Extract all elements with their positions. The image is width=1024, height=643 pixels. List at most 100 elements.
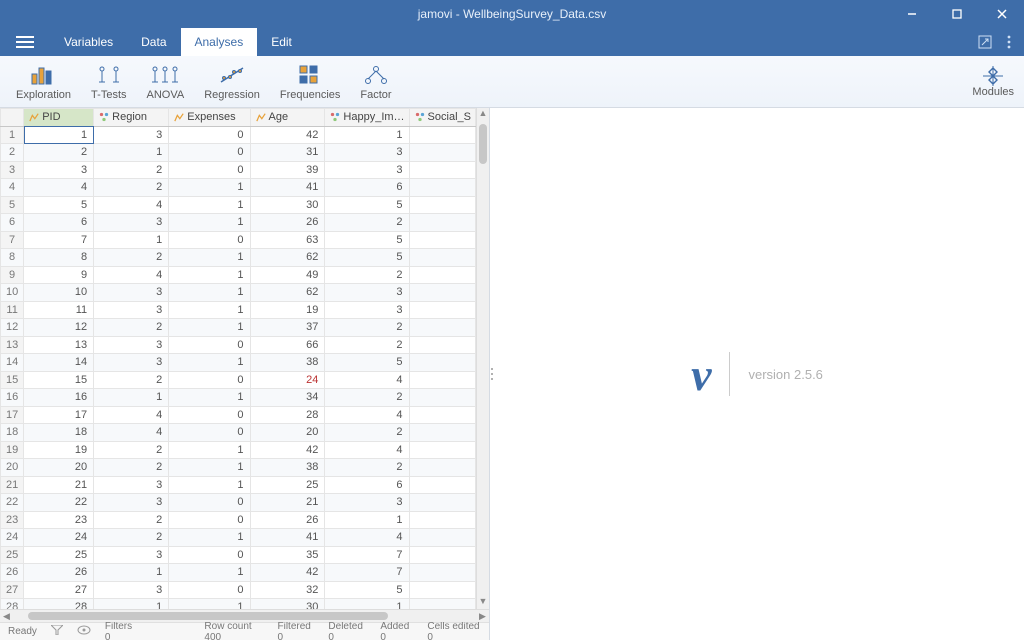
table-row[interactable]: 101031623 bbox=[1, 284, 476, 302]
cell[interactable] bbox=[409, 336, 475, 354]
cell[interactable]: 2 bbox=[94, 319, 169, 337]
cell[interactable]: 30 bbox=[250, 196, 325, 214]
cell[interactable]: 4 bbox=[94, 406, 169, 424]
cell[interactable]: 30 bbox=[250, 599, 325, 610]
modules-button[interactable]: Modules bbox=[972, 66, 1014, 98]
cell[interactable]: 7 bbox=[24, 231, 94, 249]
cell[interactable]: 4 bbox=[24, 179, 94, 197]
cell[interactable]: 1 bbox=[169, 196, 250, 214]
tab-analyses[interactable]: Analyses bbox=[181, 28, 258, 56]
cell[interactable]: 1 bbox=[169, 284, 250, 302]
cell[interactable]: 1 bbox=[169, 599, 250, 610]
cell[interactable] bbox=[409, 231, 475, 249]
cell[interactable]: 2 bbox=[325, 336, 409, 354]
cell[interactable]: 66 bbox=[250, 336, 325, 354]
row-header[interactable]: 19 bbox=[1, 441, 24, 459]
cell[interactable]: 1 bbox=[94, 564, 169, 582]
cell[interactable]: 3 bbox=[24, 161, 94, 179]
cell[interactable]: 21 bbox=[24, 476, 94, 494]
cell[interactable]: 13 bbox=[24, 336, 94, 354]
row-header[interactable]: 8 bbox=[1, 249, 24, 267]
cell[interactable]: 0 bbox=[169, 144, 250, 162]
cell[interactable]: 15 bbox=[24, 371, 94, 389]
cell[interactable]: 2 bbox=[325, 389, 409, 407]
cell[interactable]: 27 bbox=[24, 581, 94, 599]
cell[interactable] bbox=[409, 529, 475, 547]
cell[interactable]: 0 bbox=[169, 511, 250, 529]
cell[interactable]: 42 bbox=[250, 126, 325, 144]
cell[interactable] bbox=[409, 424, 475, 442]
cell[interactable]: 37 bbox=[250, 319, 325, 337]
cell[interactable]: 1 bbox=[169, 249, 250, 267]
expand-icon[interactable] bbox=[976, 33, 994, 51]
cell[interactable] bbox=[409, 546, 475, 564]
cell[interactable]: 2 bbox=[325, 424, 409, 442]
table-row[interactable]: 5541305 bbox=[1, 196, 476, 214]
row-header[interactable]: 15 bbox=[1, 371, 24, 389]
cell[interactable]: 1 bbox=[169, 179, 250, 197]
table-row[interactable]: 141431385 bbox=[1, 354, 476, 372]
cell[interactable] bbox=[409, 249, 475, 267]
cell[interactable]: 2 bbox=[94, 371, 169, 389]
table-row[interactable]: 121221372 bbox=[1, 319, 476, 337]
ribbon-t-tests-button[interactable]: T-Tests bbox=[81, 63, 136, 101]
cell[interactable] bbox=[409, 494, 475, 512]
kebab-menu-icon[interactable] bbox=[1000, 33, 1018, 51]
cell[interactable]: 3 bbox=[94, 126, 169, 144]
row-header[interactable]: 5 bbox=[1, 196, 24, 214]
cell[interactable]: 20 bbox=[24, 459, 94, 477]
cell[interactable]: 25 bbox=[250, 476, 325, 494]
cell[interactable]: 39 bbox=[250, 161, 325, 179]
cell[interactable]: 6 bbox=[24, 214, 94, 232]
cell[interactable]: 1 bbox=[169, 529, 250, 547]
cell[interactable]: 18 bbox=[24, 424, 94, 442]
cell[interactable]: 2 bbox=[94, 441, 169, 459]
cell[interactable]: 3 bbox=[94, 476, 169, 494]
cell[interactable]: 12 bbox=[24, 319, 94, 337]
cell[interactable] bbox=[409, 406, 475, 424]
row-header[interactable]: 13 bbox=[1, 336, 24, 354]
table-row[interactable]: 4421416 bbox=[1, 179, 476, 197]
cell[interactable] bbox=[409, 441, 475, 459]
table-row[interactable]: 161611342 bbox=[1, 389, 476, 407]
table-row[interactable]: 151520244 bbox=[1, 371, 476, 389]
cell[interactable]: 2 bbox=[94, 249, 169, 267]
cell[interactable]: 42 bbox=[250, 564, 325, 582]
cell[interactable]: 5 bbox=[24, 196, 94, 214]
cell[interactable]: 3 bbox=[325, 284, 409, 302]
cell[interactable] bbox=[409, 476, 475, 494]
horizontal-scrollbar[interactable]: ◀ ▶ bbox=[0, 609, 489, 622]
cell[interactable]: 2 bbox=[325, 266, 409, 284]
cell[interactable]: 2 bbox=[94, 179, 169, 197]
cell[interactable]: 1 bbox=[169, 441, 250, 459]
cell[interactable]: 0 bbox=[169, 126, 250, 144]
table-row[interactable]: 232320261 bbox=[1, 511, 476, 529]
cell[interactable]: 3 bbox=[94, 336, 169, 354]
cell[interactable]: 7 bbox=[325, 564, 409, 582]
cell[interactable]: 41 bbox=[250, 179, 325, 197]
cell[interactable]: 1 bbox=[94, 599, 169, 610]
cell[interactable]: 5 bbox=[325, 249, 409, 267]
cell[interactable]: 62 bbox=[250, 284, 325, 302]
cell[interactable]: 25 bbox=[24, 546, 94, 564]
cell[interactable]: 1 bbox=[169, 266, 250, 284]
cell[interactable]: 11 bbox=[24, 301, 94, 319]
cell[interactable]: 2 bbox=[94, 529, 169, 547]
cell[interactable] bbox=[409, 389, 475, 407]
row-header[interactable]: 21 bbox=[1, 476, 24, 494]
row-header[interactable]: 27 bbox=[1, 581, 24, 599]
cell[interactable]: 4 bbox=[94, 196, 169, 214]
cell[interactable]: 41 bbox=[250, 529, 325, 547]
table-row[interactable]: 6631262 bbox=[1, 214, 476, 232]
cell[interactable]: 3 bbox=[94, 284, 169, 302]
cell[interactable]: 3 bbox=[94, 581, 169, 599]
corner-cell[interactable] bbox=[1, 109, 24, 127]
cell[interactable]: 10 bbox=[24, 284, 94, 302]
cell[interactable] bbox=[409, 564, 475, 582]
cell[interactable]: 2 bbox=[325, 319, 409, 337]
cell[interactable]: 0 bbox=[169, 494, 250, 512]
cell[interactable]: 24 bbox=[250, 371, 325, 389]
cell[interactable] bbox=[409, 214, 475, 232]
cell[interactable]: 19 bbox=[250, 301, 325, 319]
cell[interactable]: 35 bbox=[250, 546, 325, 564]
